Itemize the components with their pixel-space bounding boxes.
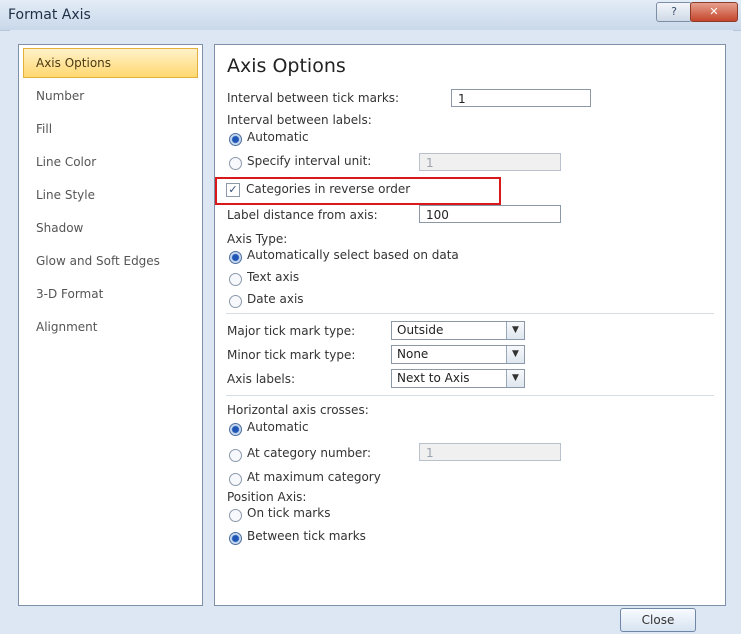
help-button[interactable]: ? — [656, 2, 692, 22]
interval-ticks-label: Interval between tick marks: — [227, 91, 400, 105]
major-tick-value: Outside — [397, 323, 444, 337]
crosses-category-input[interactable]: 1 — [419, 443, 561, 461]
horizontal-crosses-label: Horizontal axis crosses: — [227, 403, 369, 417]
labels-automatic-radio[interactable] — [229, 133, 242, 146]
sidebar-item-axis-options[interactable]: Axis Options — [23, 48, 198, 78]
interval-ticks-input[interactable]: 1 — [451, 89, 591, 107]
sidebar-item-alignment[interactable]: Alignment — [23, 312, 198, 342]
crosses-max-label: At maximum category — [247, 470, 381, 484]
minor-tick-value: None — [397, 347, 429, 361]
sidebar-item-fill[interactable]: Fill — [23, 114, 198, 144]
minor-tick-select[interactable]: None ▼ — [391, 345, 525, 364]
window-title: Format Axis — [8, 7, 91, 23]
sidebar-item-glow-soft-edges[interactable]: Glow and Soft Edges — [23, 246, 198, 276]
reverse-order-checkbox[interactable]: ✓ — [226, 183, 240, 197]
minor-tick-label: Minor tick mark type: — [227, 348, 356, 362]
section-divider — [226, 395, 714, 396]
axis-type-auto-radio[interactable] — [229, 251, 242, 264]
axis-labels-select[interactable]: Next to Axis ▼ — [391, 369, 525, 388]
axis-type-text-radio[interactable] — [229, 273, 242, 286]
position-between-radio[interactable] — [229, 532, 242, 545]
close-button[interactable]: Close — [620, 608, 696, 632]
labels-specify-label: Specify interval unit: — [247, 154, 372, 168]
chevron-down-icon: ▼ — [506, 322, 524, 339]
crosses-automatic-radio[interactable] — [229, 423, 242, 436]
crosses-max-radio[interactable] — [229, 473, 242, 486]
crosses-category-radio[interactable] — [229, 449, 242, 462]
reverse-order-label: Categories in reverse order — [246, 182, 411, 196]
sidebar-item-line-style[interactable]: Line Style — [23, 180, 198, 210]
label-distance-label: Label distance from axis: — [227, 208, 378, 222]
major-tick-select[interactable]: Outside ▼ — [391, 321, 525, 340]
position-on-tick-radio[interactable] — [229, 509, 242, 522]
position-on-tick-label: On tick marks — [247, 506, 331, 520]
interval-labels-label: Interval between labels: — [227, 113, 372, 127]
sidebar-item-shadow[interactable]: Shadow — [23, 213, 198, 243]
section-divider — [226, 313, 714, 314]
axis-labels-label: Axis labels: — [227, 372, 296, 386]
axis-type-date-label: Date axis — [247, 292, 304, 306]
chevron-down-icon: ▼ — [506, 370, 524, 387]
axis-type-date-radio[interactable] — [229, 295, 242, 308]
major-tick-label: Major tick mark type: — [227, 324, 356, 338]
axis-type-label: Axis Type: — [227, 232, 288, 246]
crosses-automatic-label: Automatic — [247, 420, 309, 434]
title-bar: Format Axis ? ✕ — [0, 0, 741, 31]
window-close-button[interactable]: ✕ — [690, 2, 738, 22]
category-sidebar: Axis Options Number Fill Line Color Line… — [18, 44, 203, 606]
labels-specify-radio[interactable] — [229, 157, 242, 170]
crosses-category-label: At category number: — [247, 446, 372, 460]
axis-labels-value: Next to Axis — [397, 371, 470, 385]
labels-specify-input[interactable]: 1 — [419, 153, 561, 171]
sidebar-item-line-color[interactable]: Line Color — [23, 147, 198, 177]
position-axis-label: Position Axis: — [227, 490, 307, 504]
sidebar-item-3d-format[interactable]: 3-D Format — [23, 279, 198, 309]
position-between-label: Between tick marks — [247, 529, 366, 543]
label-distance-input[interactable]: 100 — [419, 205, 561, 223]
axis-type-text-label: Text axis — [247, 270, 300, 284]
panel-heading: Axis Options — [227, 55, 346, 77]
axis-type-auto-label: Automatically select based on data — [247, 248, 459, 262]
axis-options-panel: Axis Options Interval between tick marks… — [214, 44, 726, 606]
sidebar-item-number[interactable]: Number — [23, 81, 198, 111]
chevron-down-icon: ▼ — [506, 346, 524, 363]
labels-automatic-label: Automatic — [247, 130, 309, 144]
